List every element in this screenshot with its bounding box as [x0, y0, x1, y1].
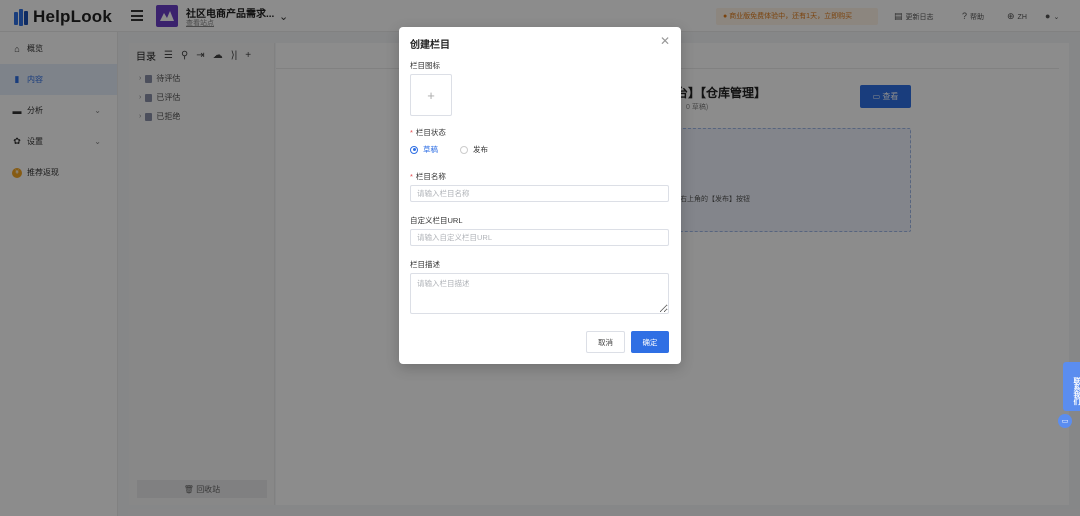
custom-url-input[interactable] [410, 229, 669, 246]
radio-draft-label[interactable]: 草稿 [423, 144, 438, 155]
icon-label: 栏目图标 [410, 61, 440, 70]
close-icon[interactable]: ✕ [660, 34, 670, 48]
status-label: * 栏目状态 [410, 127, 446, 138]
dialog-title: 创建栏目 [410, 40, 450, 51]
description-textarea[interactable] [410, 273, 669, 314]
description-label: 栏目描述 [410, 260, 440, 269]
radio-publish-label[interactable]: 发布 [473, 144, 488, 155]
create-column-dialog: 创建栏目 ✕ 栏目图标 + *栏目状态 草稿 发布 *栏目名称 自定义栏目URL… [399, 27, 681, 364]
required-marker: * [410, 172, 413, 181]
radio-publish[interactable] [460, 145, 468, 154]
confirm-button[interactable]: 确定 [631, 331, 669, 353]
status-label-text: 栏目状态 [415, 128, 446, 137]
required-marker: * [410, 128, 413, 137]
radio-draft[interactable] [410, 145, 418, 154]
status-radio-group: 草稿 发布 [410, 144, 510, 155]
column-name-input[interactable] [410, 185, 669, 202]
url-label: 自定义栏目URL [410, 216, 463, 225]
name-label-text: 栏目名称 [415, 172, 446, 181]
plus-icon: + [427, 87, 435, 103]
icon-upload-button[interactable]: + [410, 74, 452, 116]
name-label: * 栏目名称 [410, 171, 446, 182]
chat-bubble-icon[interactable]: ▭ [1058, 414, 1072, 428]
contact-us-tab[interactable]: 联系我们 [1063, 362, 1080, 411]
cancel-button[interactable]: 取消 [586, 331, 625, 353]
